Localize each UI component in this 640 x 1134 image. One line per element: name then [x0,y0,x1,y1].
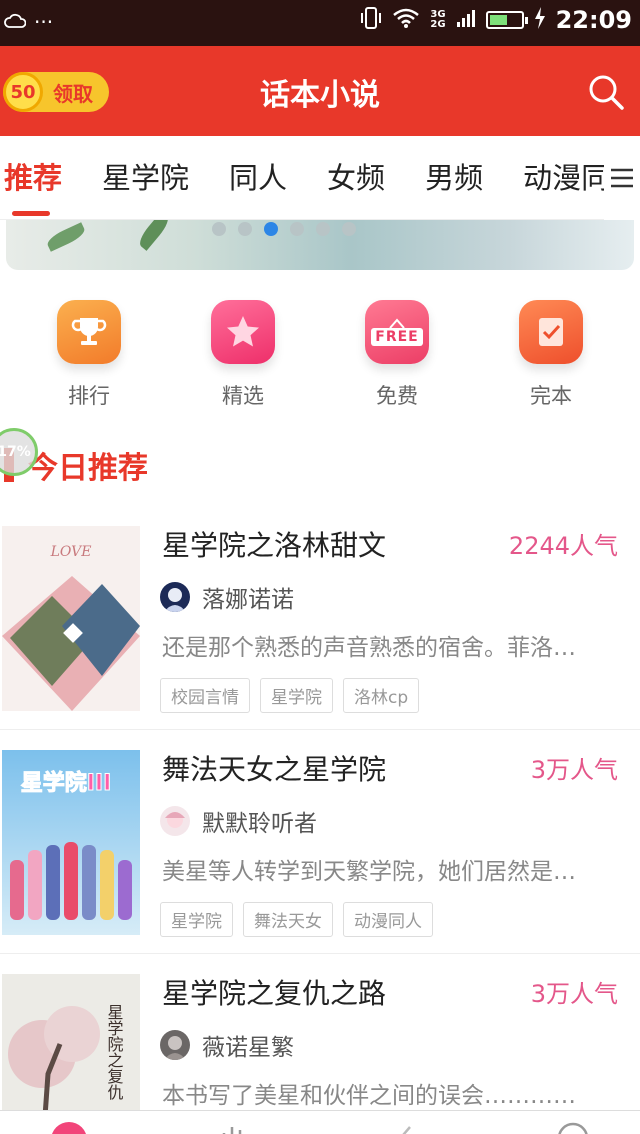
star-icon [211,300,275,364]
carousel-dot[interactable] [316,222,330,236]
carousel-dot[interactable] [238,222,252,236]
category-tabs: 推荐 星学院 同人 女频 男频 动漫同 [0,136,640,220]
author-row: 薇诺星繁 [160,1028,294,1062]
book-description: 还是那个熟悉的声音熟悉的宿舍。菲洛… [162,635,576,661]
free-icon: FREE [365,300,429,364]
carousel-dot[interactable] [290,222,304,236]
entry-featured-label: 精选 [222,384,264,408]
status-left: ··· [4,10,53,34]
book-tags: 星学院 舞法天女 动漫同人 [160,902,433,937]
cloud-icon [4,10,27,34]
more-icon: ··· [34,10,54,34]
cover-text: 星学院之复仇 [105,1004,124,1101]
battery-level [489,15,507,25]
book-description: 本书写了美星和伙伴之间的误会………… [162,1083,576,1109]
cover-text: LOVE [50,544,92,560]
battery-icon [485,11,528,29]
banner-carousel[interactable] [6,220,634,270]
vibrate-icon [360,6,382,34]
carousel-dot[interactable] [342,222,356,236]
author-row: 默默聆听者 [160,804,317,838]
book-popularity: 3万人气 [530,980,618,1008]
tag[interactable]: 动漫同人 [343,902,433,937]
app-header: 50 领取 话本小说 [0,46,640,136]
entry-free[interactable]: FREE 免费 [347,300,447,420]
clock: 22:09 [555,6,632,34]
entry-ranking[interactable]: 排行 [39,300,139,420]
entry-completed[interactable]: 完本 [501,300,601,420]
free-badge-text: FREE [371,328,423,346]
bottom-nav [0,1110,640,1134]
avatar [160,806,190,836]
status-right: 3G 2G 22:09 [360,6,632,34]
charging-icon [534,7,546,33]
book-author: 默默聆听者 [202,811,317,837]
chart-icon[interactable] [218,1121,254,1134]
status-bar: ··· 3G 2G 22:09 [0,0,640,46]
banner-leaf [44,222,88,252]
cover-text: 星学院III [21,770,112,796]
book-tags: 校园言情 星学院 洛林cp [160,678,420,713]
tab-recommend[interactable]: 推荐 [0,136,82,219]
checkbook-icon [519,300,583,364]
author-row: 落娜诺诺 [160,580,294,614]
book-item[interactable]: LOVE 星学院之洛林甜文 2244人气 落娜诺诺 还是那个熟悉的声音熟悉的宿舍… [0,506,640,730]
tag[interactable]: 星学院 [260,678,333,713]
carousel-dot[interactable] [212,222,226,236]
section-title: 今日推荐 [28,451,148,486]
pen-icon[interactable] [390,1121,420,1134]
book-popularity: 2244人气 [508,532,618,560]
banner-leaf [135,220,173,251]
search-icon[interactable] [586,72,626,112]
profile-icon[interactable] [556,1121,590,1134]
page-title: 话本小说 [260,78,380,113]
book-author: 薇诺星繁 [202,1035,294,1061]
entry-featured[interactable]: 精选 [193,300,293,420]
book-title: 星学院之复仇之路 [162,977,387,1010]
trophy-icon [57,300,121,364]
home-icon[interactable] [50,1121,88,1134]
book-cover: LOVE [2,526,140,711]
signal-icon [456,8,476,32]
menu-icon[interactable] [604,136,640,220]
tag[interactable]: 星学院 [160,902,233,937]
book-list: LOVE 星学院之洛林甜文 2244人气 落娜诺诺 还是那个熟悉的声音熟悉的宿舍… [0,506,640,1134]
book-cover: 星学院III [2,750,140,935]
entry-ranking-label: 排行 [68,384,110,408]
book-popularity: 3万人气 [530,756,618,784]
tab-star-academy[interactable]: 星学院 [82,136,209,219]
network-label: 3G 2G [430,10,445,30]
tag[interactable]: 舞法天女 [243,902,333,937]
tab-female[interactable]: 女频 [307,136,405,219]
book-author: 落娜诺诺 [202,587,294,613]
tag[interactable]: 校园言情 [160,678,250,713]
carousel-dot[interactable] [264,222,278,236]
avatar [160,582,190,612]
entry-completed-label: 完本 [530,384,572,408]
entry-free-label: 免费 [376,384,418,408]
wifi-icon [392,7,420,33]
carousel-dots [212,222,356,236]
tag[interactable]: 洛林cp [343,678,420,713]
book-title: 星学院之洛林甜文 [162,529,387,562]
tab-male[interactable]: 男频 [405,136,503,219]
avatar [160,1030,190,1060]
network-2g-text: 2G [430,19,446,30]
book-description: 美星等人转学到天繁学院，她们居然是… [162,859,576,885]
quick-entries: 排行 精选 FREE 免费 完本 [0,300,640,420]
book-item[interactable]: 星学院之复仇 星学院之复仇之路 3万人气 薇诺星繁 本书写了美星和伙伴之间的误会… [0,954,640,1134]
tab-fanfic[interactable]: 同人 [209,136,307,219]
book-item[interactable]: 星学院III 舞法天女之星学院 3万人气 默默聆听者 美星等人转学到天繁学院，她… [0,730,640,954]
book-title: 舞法天女之星学院 [162,753,387,786]
